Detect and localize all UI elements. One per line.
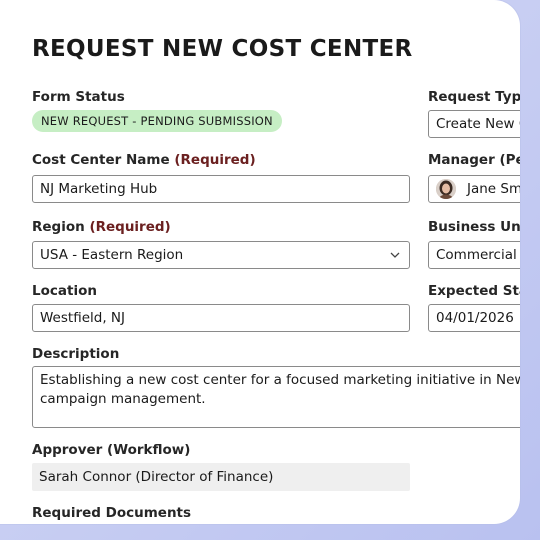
form-status-label: Form Status	[32, 89, 125, 105]
location-field[interactable]: Westfield, NJ	[32, 304, 410, 332]
request-type-label: Request Type	[428, 89, 520, 105]
form-card: REQUEST NEW COST CENTER Form Status NEW …	[0, 0, 520, 524]
description-textarea[interactable]: Establishing a new cost center for a foc…	[32, 366, 520, 428]
required-indicator: (Required)	[174, 152, 256, 168]
description-label: Description	[32, 346, 120, 362]
cost-center-name-label: Cost Center Name (Required)	[32, 152, 256, 168]
description-line: Establishing a new cost center for a foc…	[40, 372, 520, 388]
description-line: campaign management.	[40, 391, 206, 407]
manager-people-picker[interactable]: Jane Smit	[428, 175, 520, 203]
cost-center-name-field[interactable]: NJ Marketing Hub	[32, 175, 410, 203]
location-label: Location	[32, 283, 97, 299]
expected-start-label: Expected Start D	[428, 283, 520, 299]
status-badge: NEW REQUEST - PENDING SUBMISSION	[32, 110, 282, 132]
region-select[interactable]: USA - Eastern Region	[32, 241, 410, 269]
expected-start-date-field[interactable]: 04/01/2026	[428, 304, 520, 332]
person-photo-icon	[436, 179, 456, 199]
manager-value: Jane Smit	[467, 181, 520, 197]
approver-value: Sarah Connor (Director of Finance)	[32, 463, 410, 491]
region-label-text: Region	[32, 219, 85, 235]
required-documents-label: Required Documents	[32, 505, 192, 521]
approver-label: Approver (Workflow)	[32, 442, 191, 458]
cost-center-name-label-text: Cost Center Name	[32, 152, 170, 168]
manager-label: Manager (Peop	[428, 152, 520, 168]
page-title: REQUEST NEW COST CENTER	[32, 36, 413, 62]
business-unit-select[interactable]: Commercial Di	[428, 241, 520, 269]
business-unit-label: Business Unit	[428, 219, 520, 235]
chevron-down-icon	[390, 252, 400, 258]
request-type-select[interactable]: Create New Co	[428, 110, 520, 138]
required-indicator: (Required)	[89, 219, 171, 235]
region-label: Region (Required)	[32, 219, 171, 235]
region-value: USA - Eastern Region	[40, 247, 184, 263]
avatar	[436, 179, 456, 199]
